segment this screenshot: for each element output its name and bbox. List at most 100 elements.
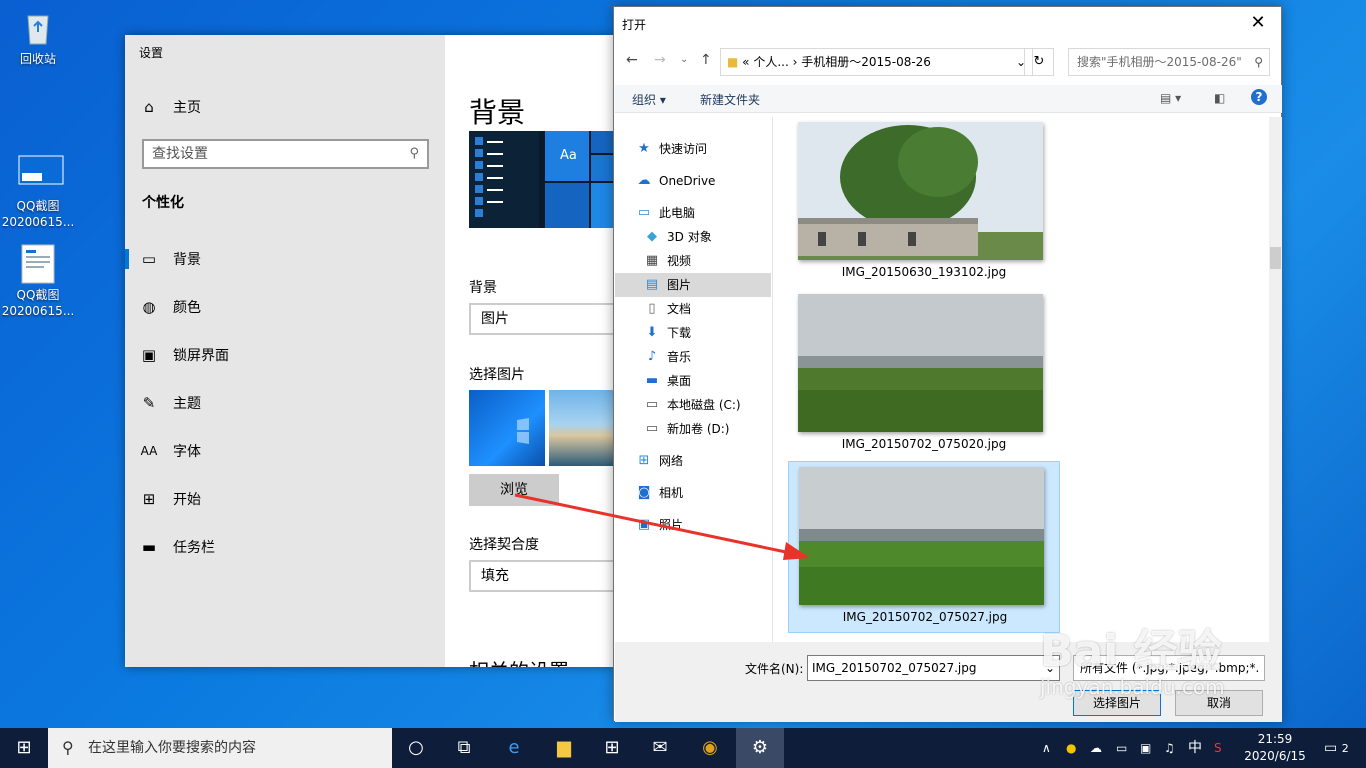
tree-label: 此电脑 <box>659 206 696 220</box>
chevron-up-icon: ∧ <box>1042 741 1051 755</box>
close-button[interactable]: ✕ <box>1235 7 1281 39</box>
store-button[interactable]: ⊞ <box>588 728 636 768</box>
qq-tray-icon[interactable]: ● <box>1066 728 1076 768</box>
view-options-button[interactable]: ▤ ▾ <box>1160 91 1181 105</box>
tree-item-documents[interactable]: ▯ 文档 <box>641 297 691 321</box>
tree-item-videos[interactable]: ▦ 视频 <box>641 249 691 273</box>
nav-lock-screen[interactable]: ▣ 锁屏界面 <box>125 335 445 375</box>
file-explorer-button[interactable]: ▆ <box>540 728 588 768</box>
up-button[interactable]: ↑ <box>700 52 712 68</box>
nav-home[interactable]: ⌂ 主页 <box>125 87 445 127</box>
dialog-search-input[interactable]: 搜索"手机相册～2015-08-26" ⚲ <box>1068 48 1270 76</box>
nav-color[interactable]: ◍ 颜色 <box>125 287 445 327</box>
clock[interactable]: 21:59 2020/6/15 <box>1240 731 1310 765</box>
scrollbar-thumb[interactable] <box>1270 247 1281 269</box>
organize-button[interactable]: 组织 ▾ <box>632 91 666 108</box>
tree-item-pictures[interactable]: ▤ 图片 <box>615 273 771 297</box>
nav-start[interactable]: ⊞ 开始 <box>125 479 445 519</box>
nav-background[interactable]: ▭ 背景 <box>125 239 445 279</box>
tree-label: 桌面 <box>667 374 692 388</box>
tree-label: 音乐 <box>667 350 692 364</box>
select-value: 填充 <box>481 568 509 584</box>
help-button[interactable]: ? <box>1251 89 1267 105</box>
close-icon: ✕ <box>1250 12 1266 33</box>
nav-theme[interactable]: ✎ 主题 <box>125 383 445 423</box>
search-icon: ⚲ <box>409 146 419 161</box>
image-thumbnail <box>798 294 1043 432</box>
cloud-tray-icon[interactable]: ☁ <box>1090 728 1102 768</box>
tree-item-this-pc[interactable]: ▭ 此电脑 <box>633 201 695 225</box>
tree-item-drive-d[interactable]: ▭ 新加卷 (D:) <box>641 417 730 441</box>
desktop-icon-recycle-bin[interactable]: 回收站 <box>0 8 76 67</box>
download-icon: ⬇ <box>646 325 658 340</box>
file-item[interactable]: IMG_20150702_075020.jpg <box>788 289 1060 461</box>
nav-label: 颜色 <box>173 300 201 316</box>
desktop-icon-label: QQ截图 20200615... <box>1 288 75 318</box>
show-hidden-icons[interactable]: ∧ <box>1042 728 1051 768</box>
new-folder-button[interactable]: 新建文件夹 <box>700 91 760 108</box>
tree-item-desktop[interactable]: ▬ 桌面 <box>641 369 691 393</box>
vertical-scrollbar[interactable] <box>1269 117 1282 642</box>
ime-indicator[interactable]: 中 <box>1188 728 1202 768</box>
sogou-ime-icon[interactable]: S <box>1214 728 1222 768</box>
tree-item-quick-access[interactable]: ★ 快速访问 <box>633 137 707 161</box>
chrome-button[interactable]: ◉ <box>686 728 734 768</box>
background-type-select[interactable]: 图片 <box>469 303 615 335</box>
taskbar-search-input[interactable]: ⚲ 在这里输入你要搜索的内容 <box>48 728 392 768</box>
recycle-bin-icon <box>18 8 58 48</box>
file-name: IMG_20150630_193102.jpg <box>841 265 1007 279</box>
select-value: 图片 <box>481 311 509 327</box>
desktop-icon-screenshot-2[interactable]: QQ截图 20200615... <box>0 212 76 335</box>
file-list: IMG_20150630_193102.jpg IMG_20150702_075… <box>774 117 1268 642</box>
notification-center-button[interactable]: ▭ 2 <box>1324 728 1349 768</box>
network-icon[interactable]: ▣ <box>1140 728 1151 768</box>
tree-item-3d-objects[interactable]: ◆ 3D 对象 <box>641 225 712 249</box>
file-item[interactable]: IMG_20150630_193102.jpg <box>788 117 1060 289</box>
battery-icon[interactable]: ▭ <box>1116 728 1127 768</box>
search-icon: ⚲ <box>62 738 74 757</box>
picture-thumbnail-windows[interactable] <box>469 390 545 466</box>
refresh-button[interactable]: ↻ <box>1024 48 1054 76</box>
filename-input[interactable]: IMG_20150702_075027.jpg ⌄ <box>807 655 1060 681</box>
cortana-button[interactable]: ○ <box>392 728 440 768</box>
address-bar[interactable]: ■ « 个人... › 手机相册～2015-08-26 ⌄ <box>720 48 1033 76</box>
background-preview: Aa <box>469 131 615 228</box>
drive-icon: ▭ <box>645 421 659 436</box>
back-button[interactable]: ← <box>626 52 638 68</box>
tree-label: 新加卷 (D:) <box>667 422 730 436</box>
task-view-button[interactable]: ⧉ <box>440 728 488 768</box>
nav-font[interactable]: AA 字体 <box>125 431 445 471</box>
lock-screen-icon: ▣ <box>141 346 157 364</box>
palette-icon: ◍ <box>142 298 156 316</box>
theme-icon: ✎ <box>142 394 156 412</box>
preview-pane-icon: ◧ <box>1214 91 1226 105</box>
forward-button[interactable]: → <box>654 52 666 68</box>
tree-label: 快速访问 <box>659 142 708 156</box>
home-icon: ⌂ <box>144 98 154 116</box>
tree-item-onedrive[interactable]: ☁ OneDrive <box>633 169 716 193</box>
settings-search-input[interactable]: 查找设置 ⚲ <box>142 139 429 169</box>
tree-label: 图片 <box>667 278 692 292</box>
tree-item-music[interactable]: ♪ 音乐 <box>641 345 691 369</box>
tree-label: 视频 <box>667 254 692 268</box>
image-thumbnail <box>798 122 1043 260</box>
preview-pane-button[interactable]: ◧ <box>1214 91 1225 105</box>
start-icon: ⊞ <box>142 490 156 508</box>
settings-taskbar-button[interactable]: ⚙ <box>736 728 784 768</box>
window-title: 设置 <box>139 46 164 60</box>
tree-item-network[interactable]: ⊞ 网络 <box>633 449 683 473</box>
mail-button[interactable]: ✉ <box>636 728 684 768</box>
tree-item-drive-c[interactable]: ▭ 本地磁盘 (C:) <box>641 393 741 417</box>
nav-taskbar[interactable]: ▬ 任务栏 <box>125 527 445 567</box>
volume-icon[interactable]: ♫ <box>1164 728 1175 768</box>
tree-item-downloads[interactable]: ⬇ 下载 <box>641 321 691 345</box>
computer-icon: ▭ <box>637 205 651 220</box>
star-icon: ★ <box>638 141 650 156</box>
folder-icon: ▆ <box>557 737 571 758</box>
recent-locations-button[interactable]: ⌄ <box>680 54 688 65</box>
picture-thumbnail-beach[interactable] <box>549 390 615 466</box>
file-item-selected[interactable]: IMG_20150702_075027.jpg <box>788 461 1060 633</box>
edge-button[interactable]: e <box>490 728 538 768</box>
refresh-icon: ↻ <box>1033 54 1045 69</box>
start-button[interactable]: ⊞ <box>0 728 48 768</box>
